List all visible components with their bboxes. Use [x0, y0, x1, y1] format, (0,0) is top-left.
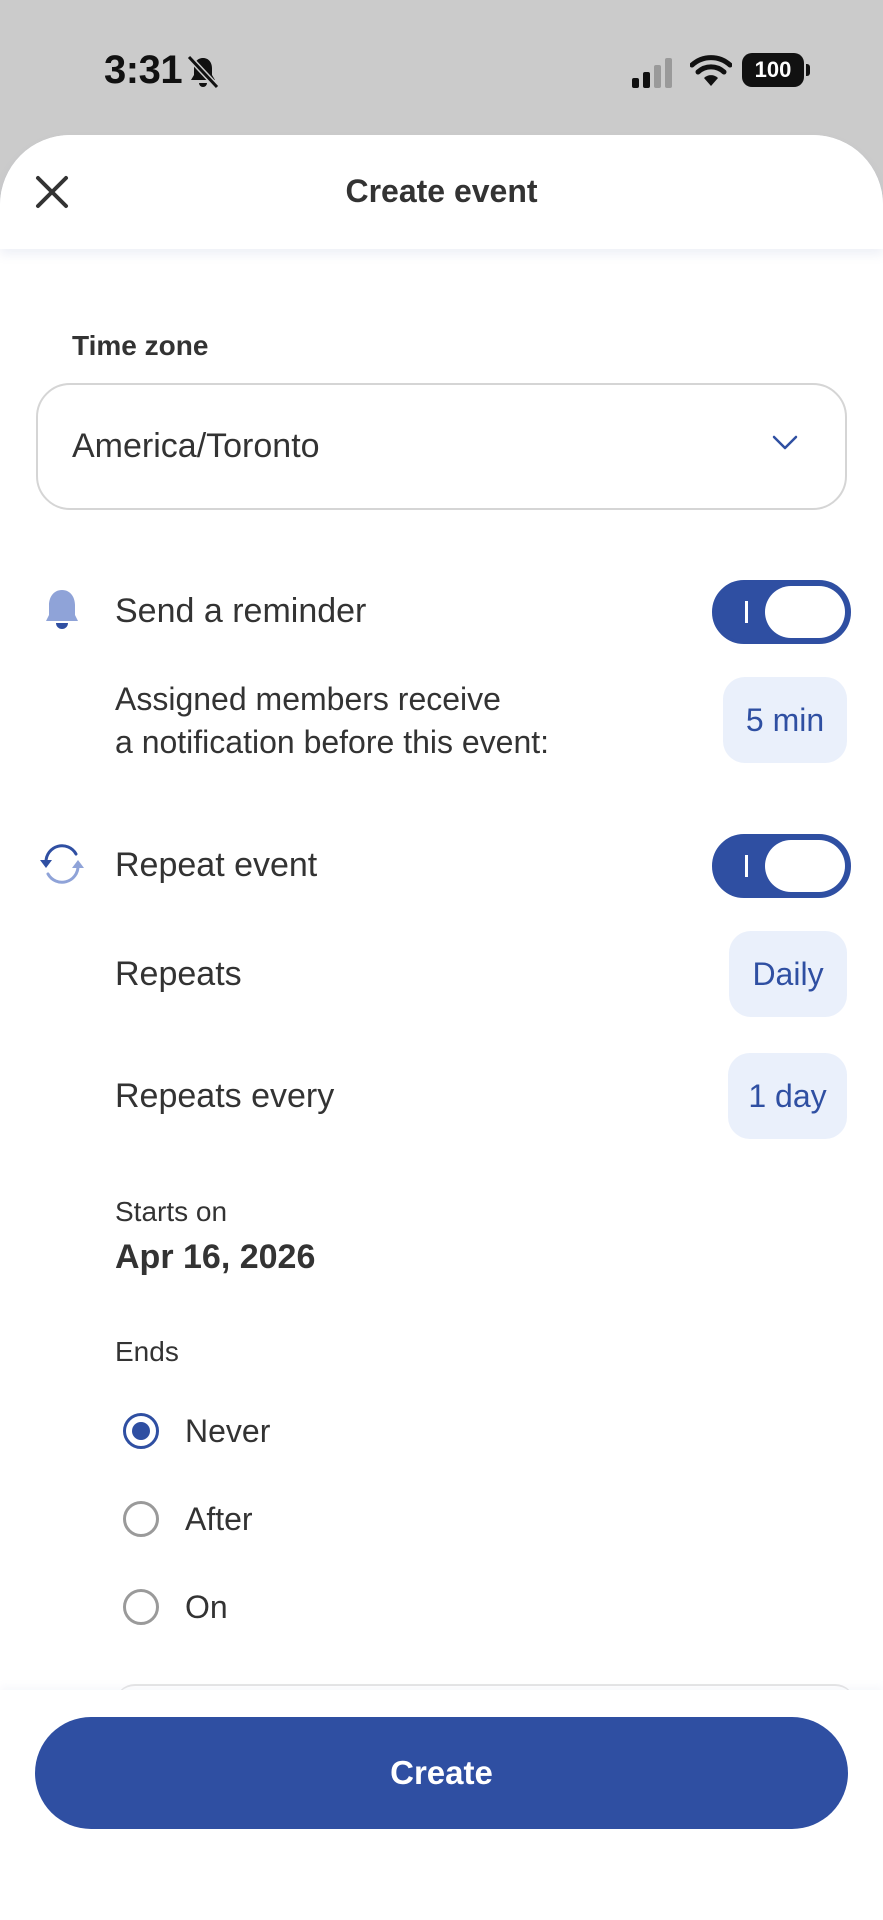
- start-date-value[interactable]: Apr 16, 2026: [115, 1238, 315, 1277]
- repeats-every-button[interactable]: 1 day: [728, 1053, 847, 1139]
- ends-on-label[interactable]: On: [185, 1589, 228, 1626]
- toggle-on-mark: [745, 601, 748, 623]
- time-zone-select[interactable]: America/Toronto: [36, 383, 847, 510]
- starts-on-label: Starts on: [115, 1196, 228, 1227]
- repeats-every-label: Repeats every: [115, 1077, 335, 1115]
- time-zone-label: Time zone: [72, 330, 209, 361]
- repeat-event-label: Repeat event: [115, 846, 318, 884]
- status-bar: 3:31 100: [0, 0, 883, 136]
- ends-never-radio[interactable]: [123, 1413, 159, 1449]
- reminder-lead-time-button[interactable]: 5 min: [723, 677, 847, 763]
- create-button[interactable]: Create: [35, 1717, 848, 1829]
- repeats-frequency-button[interactable]: Daily: [729, 931, 847, 1017]
- ends-after-label[interactable]: After: [185, 1501, 253, 1538]
- status-time: 3:31: [104, 48, 183, 92]
- toggle-knob: [765, 586, 845, 638]
- ends-after-radio[interactable]: [123, 1501, 159, 1537]
- repeat-icon: [40, 844, 84, 884]
- reminder-description: Assigned members receive a notification …: [115, 678, 549, 764]
- reminder-description-line1: Assigned members receive: [115, 681, 501, 717]
- send-reminder-label: Send a reminder: [115, 592, 367, 630]
- time-zone-value: America/Toronto: [72, 427, 320, 465]
- ends-on-radio[interactable]: [123, 1589, 159, 1625]
- ends-label: Ends: [115, 1336, 179, 1367]
- signal-icon: [632, 58, 672, 88]
- page-title: Create event: [345, 173, 538, 209]
- battery-indicator: 100: [742, 53, 810, 87]
- bell-icon: [46, 590, 78, 629]
- ends-never-label[interactable]: Never: [185, 1413, 270, 1450]
- chevron-down-icon: [772, 435, 798, 450]
- toggle-on-mark: [745, 855, 748, 877]
- reminder-description-line2: a notification before this event:: [115, 724, 550, 760]
- sheet-header: Create event: [0, 135, 883, 249]
- bell-slash-icon: [186, 54, 220, 90]
- toggle-knob: [765, 840, 845, 892]
- repeats-label: Repeats: [115, 955, 242, 993]
- repeat-event-toggle[interactable]: [712, 834, 851, 898]
- wifi-icon: [690, 55, 732, 86]
- send-reminder-toggle[interactable]: [712, 580, 851, 644]
